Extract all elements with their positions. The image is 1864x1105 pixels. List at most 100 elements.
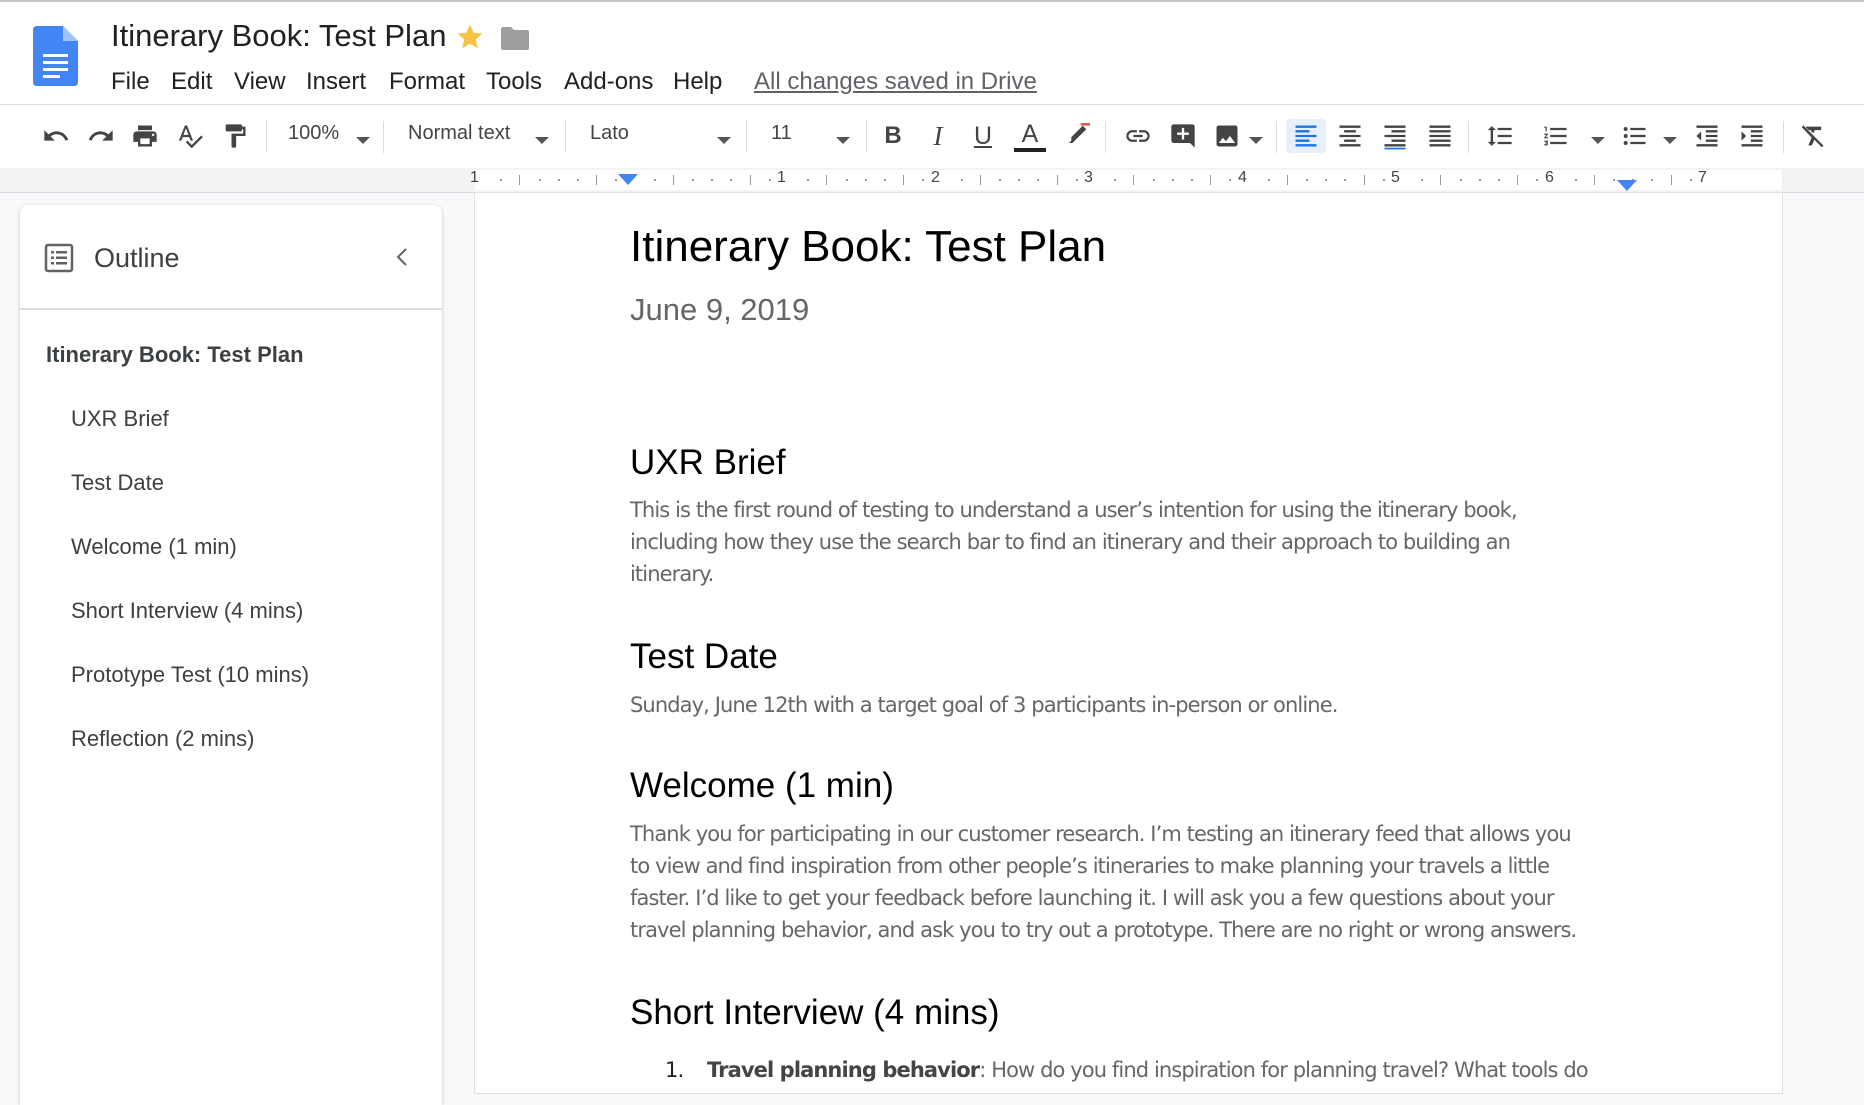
align-left-icon[interactable]: [1286, 119, 1326, 153]
text-color-icon: A: [1021, 119, 1039, 148]
redo-icon[interactable]: [84, 119, 118, 153]
outline-list-icon: [44, 243, 74, 273]
underline-button[interactable]: U: [966, 119, 1000, 153]
ruler-tick: [826, 175, 827, 185]
align-right-icon[interactable]: [1378, 119, 1412, 153]
ruler-tick: [999, 179, 1001, 181]
decrease-indent-icon[interactable]: [1690, 119, 1724, 153]
ruler-tick: [846, 179, 848, 181]
ruler-tick: [539, 179, 541, 181]
docs-logo-icon[interactable]: [33, 26, 78, 86]
print-icon[interactable]: [128, 119, 162, 153]
ruler-number: 4: [1238, 169, 1247, 186]
outline-item[interactable]: Itinerary Book: Test Plan: [46, 342, 304, 368]
app-header: Itinerary Book: Test Plan File Edit View…: [0, 2, 1864, 104]
ruler-tick: [769, 179, 771, 181]
list-number: 1.: [665, 1058, 684, 1082]
ruler-tick: [519, 175, 520, 185]
ruler-tick: [1498, 179, 1500, 181]
clear-formatting-icon[interactable]: [1796, 119, 1830, 153]
ruler-tick: [692, 179, 694, 181]
menu-format[interactable]: Format: [389, 68, 465, 96]
ruler-tick: [980, 175, 981, 185]
ruler-number: 1: [470, 169, 479, 186]
ruler-tick: [1479, 179, 1481, 181]
text-color-button[interactable]: A: [1012, 119, 1048, 153]
highlight-icon[interactable]: [1059, 119, 1093, 153]
increase-indent-icon[interactable]: [1735, 119, 1769, 153]
right-indent-marker[interactable]: [1617, 180, 1637, 191]
numbered-list-icon[interactable]: [1539, 119, 1573, 153]
font-size-select[interactable]: 11: [771, 122, 792, 145]
outline-header: Outline: [20, 205, 442, 310]
ruler-tick: [1210, 175, 1211, 185]
left-indent-marker[interactable]: [618, 174, 638, 185]
italic-button[interactable]: I: [921, 119, 955, 153]
ruler-number: 3: [1084, 169, 1093, 186]
undo-icon[interactable]: [39, 119, 73, 153]
folder-icon[interactable]: [501, 26, 529, 50]
document-page[interactable]: Itinerary Book: Test Plan June 9, 2019 U…: [475, 193, 1782, 1093]
menu-tools[interactable]: Tools: [486, 68, 542, 96]
bold-button[interactable]: B: [876, 119, 910, 153]
menu-view[interactable]: View: [234, 68, 286, 96]
ruler-tick: [1440, 175, 1441, 185]
ruler-tick: [750, 175, 751, 185]
menu-help[interactable]: Help: [673, 68, 722, 96]
paragraph-style-select[interactable]: Normal text: [408, 122, 510, 145]
ruler-tick: [1517, 175, 1518, 185]
outline-title: Outline: [94, 243, 180, 273]
star-icon[interactable]: [455, 22, 485, 52]
section-heading: Test Date: [630, 637, 778, 676]
paragraph-line: to view and find inspiration from other …: [630, 854, 1550, 878]
ruler-tick: [1191, 179, 1193, 181]
ruler-tick: [1037, 179, 1039, 181]
font-family-select[interactable]: Lato: [590, 122, 629, 145]
section-paragraph: This is the first round of testing to un…: [630, 494, 1620, 590]
menu-edit[interactable]: Edit: [171, 68, 212, 96]
ruler-number: 7: [1698, 169, 1707, 186]
outline-item[interactable]: UXR Brief: [71, 406, 169, 432]
menu-insert[interactable]: Insert: [306, 68, 366, 96]
ruler-tick: [1018, 179, 1020, 181]
outline-item[interactable]: Reflection (2 mins): [71, 726, 254, 752]
ruler-tick: [1690, 179, 1692, 181]
document-title-input[interactable]: Itinerary Book: Test Plan: [111, 18, 446, 54]
ruler-tick: [884, 179, 886, 181]
bold-icon: B: [884, 122, 902, 149]
justify-icon[interactable]: [1423, 119, 1457, 153]
list-item-bold: Travel planning behavior: [707, 1058, 980, 1082]
paragraph-line: This is the first round of testing to un…: [630, 498, 1518, 522]
bulleted-list-icon[interactable]: [1618, 119, 1652, 153]
ruler-tick: [1133, 175, 1134, 185]
section-heading: Short Interview (4 mins): [630, 993, 1000, 1032]
outline-item[interactable]: Test Date: [71, 470, 164, 496]
link-icon[interactable]: [1121, 119, 1155, 153]
saved-status-link[interactable]: All changes saved in Drive: [754, 68, 1037, 96]
paragraph-line: including how they use the search bar to…: [630, 530, 1511, 554]
ruler-tick: [1536, 179, 1538, 181]
section-heading: Welcome (1 min): [630, 766, 894, 805]
ruler-tick: [1268, 179, 1270, 181]
insert-image-icon[interactable]: [1210, 119, 1244, 153]
section-paragraph: Sunday, June 12th with a target goal of …: [630, 689, 1620, 721]
outline-item[interactable]: Prototype Test (10 mins): [71, 662, 309, 688]
ruler-tick: [961, 179, 963, 181]
align-center-icon[interactable]: [1333, 119, 1367, 153]
outline-item[interactable]: Welcome (1 min): [71, 534, 237, 560]
chevron-left-icon[interactable]: [392, 245, 412, 269]
menu-file[interactable]: File: [111, 68, 150, 96]
ruler-tick: [1057, 175, 1058, 185]
outline-item[interactable]: Short Interview (4 mins): [71, 598, 303, 624]
spellcheck-icon[interactable]: [173, 119, 207, 153]
ruler-tick: [500, 179, 502, 181]
add-comment-icon[interactable]: [1166, 119, 1200, 153]
menu-add-ons[interactable]: Add-ons: [564, 68, 653, 96]
line-spacing-icon[interactable]: [1483, 119, 1517, 153]
paint-format-icon[interactable]: [218, 119, 252, 153]
ruler-tick: [807, 179, 809, 181]
zoom-select[interactable]: 100%: [288, 122, 339, 145]
ruler-tick: [1153, 179, 1155, 181]
ruler-tick: [577, 179, 579, 181]
ruler-tick: [1306, 179, 1308, 181]
